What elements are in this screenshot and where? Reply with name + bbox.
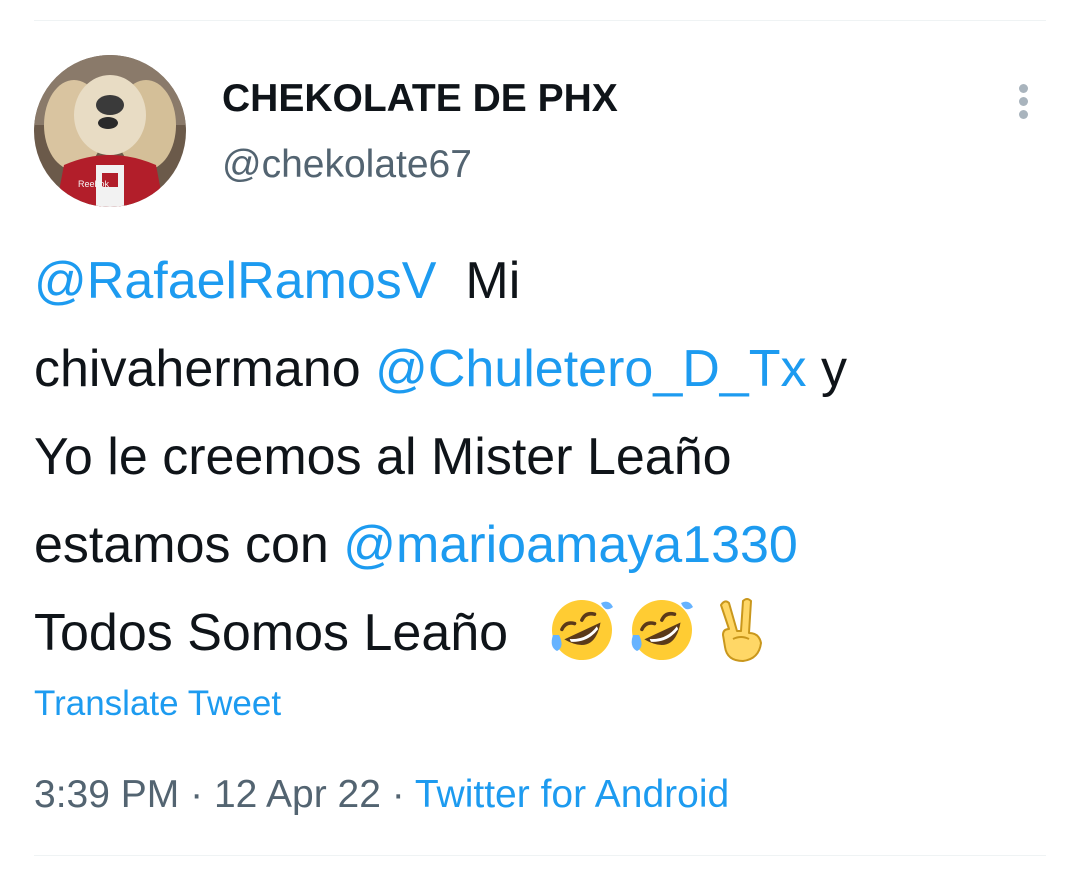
rolling-on-floor-laughing-icon xyxy=(547,595,617,665)
tweet-line-2: chivahermano @Chuletero_D_Tx y xyxy=(34,325,1054,413)
mention-rafaelramosv[interactable]: @RafaelRamosV xyxy=(34,252,437,310)
user-handle[interactable]: @chekolate67 xyxy=(222,142,472,188)
tweet-date[interactable]: 12 Apr 22 xyxy=(214,773,381,816)
dog-avatar-icon: Reebok xyxy=(34,55,186,207)
meta-separator: · xyxy=(391,773,405,816)
rolling-on-floor-laughing-icon xyxy=(627,595,697,665)
tweet-line-1: @RafaelRamosV Mi xyxy=(34,237,1054,325)
tweet-text: @RafaelRamosV Mi chivahermano @Chuletero… xyxy=(34,237,1054,677)
tweet-time[interactable]: 3:39 PM xyxy=(34,773,179,816)
tweet-text-segment: Todos Somos Leaño xyxy=(34,604,509,662)
translate-tweet-link[interactable]: Translate Tweet xyxy=(34,683,281,725)
victory-hand-icon xyxy=(707,595,777,665)
tweet-text-segment: estamos con xyxy=(34,516,329,574)
more-options-icon[interactable] xyxy=(1008,78,1040,124)
tweet-text-segment: y xyxy=(820,340,847,398)
avatar[interactable]: Reebok xyxy=(34,55,186,207)
mention-marioamaya1330[interactable]: @marioamaya1330 xyxy=(343,516,798,574)
meta-separator: · xyxy=(190,773,204,816)
tweet-meta: 3:39 PM · 12 Apr 22 · Twitter for Androi… xyxy=(34,772,729,818)
top-divider xyxy=(34,20,1046,21)
tweet-line-5: Todos Somos Leaño xyxy=(34,589,1054,677)
tweet-line-4: estamos con @marioamaya1330 xyxy=(34,501,1054,589)
tweet-line-3: Yo le creemos al Mister Leaño xyxy=(34,413,1054,501)
mention-chuletero-d-tx[interactable]: @Chuletero_D_Tx xyxy=(375,340,806,398)
svg-text:Reebok: Reebok xyxy=(78,179,110,189)
tweet-text-segment: chivahermano xyxy=(34,340,361,398)
tweet-text-segment: Yo le creemos al Mister Leaño xyxy=(34,428,732,486)
bottom-divider xyxy=(34,855,1046,856)
tweet-text-segment: Mi xyxy=(465,252,521,310)
tweet-source-link[interactable]: Twitter for Android xyxy=(415,773,729,816)
display-name[interactable]: CHEKOLATE DE PHX xyxy=(222,76,618,122)
